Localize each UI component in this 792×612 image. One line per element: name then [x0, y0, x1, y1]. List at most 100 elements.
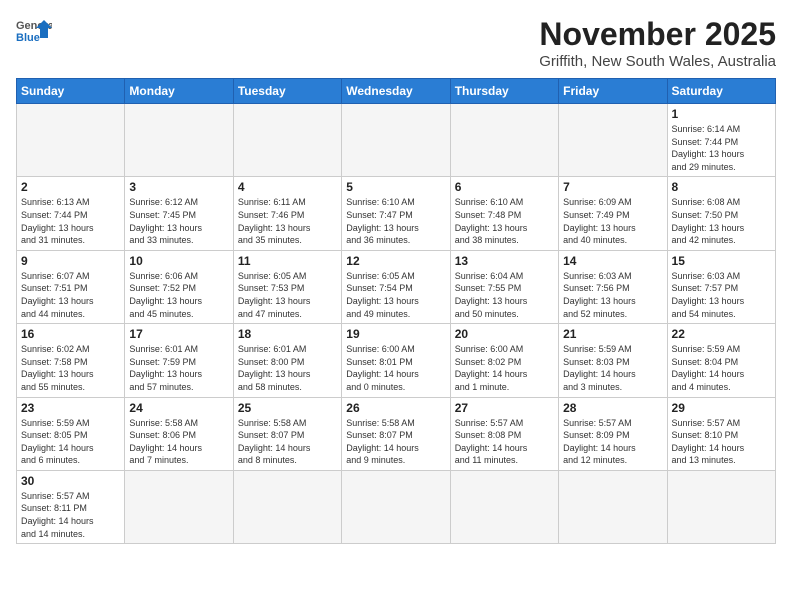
day-info-text: Sunrise: 5:59 AM Sunset: 8:03 PM Dayligh…: [563, 343, 662, 393]
calendar-day-cell: [667, 470, 775, 543]
day-number: 20: [455, 327, 554, 341]
calendar-day-cell: 18Sunrise: 6:01 AM Sunset: 8:00 PM Dayli…: [233, 324, 341, 397]
day-info-text: Sunrise: 6:07 AM Sunset: 7:51 PM Dayligh…: [21, 270, 120, 320]
calendar-day-cell: 27 Sunrise: 5:57 AM Sunset: 8:08 PM Dayli…: [450, 397, 558, 470]
calendar-day-cell: 12 Sunrise: 6:05 AM Sunset: 7:54 PM Dayli…: [342, 250, 450, 323]
day-number: 25: [238, 401, 337, 415]
month-year-title: November 2025: [539, 16, 776, 53]
calendar-day-cell: 30 Sunrise: 5:57 AM Sunset: 8:11 PM Dayli…: [17, 470, 125, 543]
calendar-day-cell: [125, 470, 233, 543]
calendar-day-cell: 9 Sunrise: 6:07 AM Sunset: 7:51 PM Daylig…: [17, 250, 125, 323]
day-number: 14: [563, 254, 662, 268]
day-info-text: Sunrise: 6:11 AM Sunset: 7:46 PM Dayligh…: [238, 196, 337, 246]
day-number: 19: [346, 327, 445, 341]
calendar-day-cell: 14 Sunrise: 6:03 AM Sunset: 7:56 PM Dayli…: [559, 250, 667, 323]
day-info-text: Sunrise: 5:57 AM Sunset: 8:09 PM Dayligh…: [563, 417, 662, 467]
calendar-day-cell: 15 Sunrise: 6:03 AM Sunset: 7:57 PM Dayli…: [667, 250, 775, 323]
day-number: 5: [346, 180, 445, 194]
day-info-text: Sunrise: 6:03 AM Sunset: 7:57 PM Dayligh…: [672, 270, 771, 320]
day-info-text: Sunrise: 5:59 AM Sunset: 8:04 PM Dayligh…: [672, 343, 771, 393]
day-number: 9: [21, 254, 120, 268]
day-info-text: Sunrise: 6:00 AM Sunset: 8:01 PM Dayligh…: [346, 343, 445, 393]
location-subtitle: Griffith, New South Wales, Australia: [539, 53, 776, 70]
calendar-week-row: 2 Sunrise: 6:13 AM Sunset: 7:44 PM Daylig…: [17, 177, 776, 250]
calendar-day-cell: [125, 104, 233, 177]
day-info-text: Sunrise: 5:58 AM Sunset: 8:07 PM Dayligh…: [238, 417, 337, 467]
logo: General Blue: [16, 16, 52, 46]
calendar-day-cell: [233, 104, 341, 177]
day-number: 4: [238, 180, 337, 194]
calendar-day-cell: [450, 104, 558, 177]
day-info-text: Sunrise: 5:57 AM Sunset: 8:11 PM Dayligh…: [21, 490, 120, 540]
day-info-text: Sunrise: 6:02 AM Sunset: 7:58 PM Dayligh…: [21, 343, 120, 393]
calendar-week-row: 1Sunrise: 6:14 AM Sunset: 7:44 PM Daylig…: [17, 104, 776, 177]
calendar-day-cell: [559, 104, 667, 177]
calendar-day-cell: 25 Sunrise: 5:58 AM Sunset: 8:07 PM Dayli…: [233, 397, 341, 470]
day-number: 8: [672, 180, 771, 194]
day-info-text: Sunrise: 6:10 AM Sunset: 7:48 PM Dayligh…: [455, 196, 554, 246]
calendar-day-cell: [233, 470, 341, 543]
day-number: 11: [238, 254, 337, 268]
calendar-day-cell: 8 Sunrise: 6:08 AM Sunset: 7:50 PM Daylig…: [667, 177, 775, 250]
day-number: 12: [346, 254, 445, 268]
day-info-text: Sunrise: 5:57 AM Sunset: 8:08 PM Dayligh…: [455, 417, 554, 467]
day-number: 13: [455, 254, 554, 268]
calendar-day-cell: 2 Sunrise: 6:13 AM Sunset: 7:44 PM Daylig…: [17, 177, 125, 250]
calendar-day-cell: 19 Sunrise: 6:00 AM Sunset: 8:01 PM Dayli…: [342, 324, 450, 397]
calendar-week-row: 23 Sunrise: 5:59 AM Sunset: 8:05 PM Dayli…: [17, 397, 776, 470]
calendar-day-cell: [450, 470, 558, 543]
day-info-text: Sunrise: 6:03 AM Sunset: 7:56 PM Dayligh…: [563, 270, 662, 320]
day-info-text: Sunrise: 6:05 AM Sunset: 7:54 PM Dayligh…: [346, 270, 445, 320]
calendar-day-cell: 26Sunrise: 5:58 AM Sunset: 8:07 PM Dayli…: [342, 397, 450, 470]
day-number: 21: [563, 327, 662, 341]
day-number: 30: [21, 474, 120, 488]
day-info-text: Sunrise: 6:00 AM Sunset: 8:02 PM Dayligh…: [455, 343, 554, 393]
day-info-text: Sunrise: 6:13 AM Sunset: 7:44 PM Dayligh…: [21, 196, 120, 246]
calendar-week-row: 30 Sunrise: 5:57 AM Sunset: 8:11 PM Dayli…: [17, 470, 776, 543]
calendar-day-cell: [17, 104, 125, 177]
calendar-day-cell: 17Sunrise: 6:01 AM Sunset: 7:59 PM Dayli…: [125, 324, 233, 397]
day-info-text: Sunrise: 6:12 AM Sunset: 7:45 PM Dayligh…: [129, 196, 228, 246]
calendar-day-cell: 29 Sunrise: 5:57 AM Sunset: 8:10 PM Dayli…: [667, 397, 775, 470]
weekday-header-sunday: Sunday: [17, 79, 125, 104]
day-info-text: Sunrise: 5:58 AM Sunset: 8:07 PM Dayligh…: [346, 417, 445, 467]
day-info-text: Sunrise: 6:08 AM Sunset: 7:50 PM Dayligh…: [672, 196, 771, 246]
calendar-day-cell: 20 Sunrise: 6:00 AM Sunset: 8:02 PM Dayli…: [450, 324, 558, 397]
logo-icon: General Blue: [16, 16, 52, 46]
day-number: 27: [455, 401, 554, 415]
calendar-day-cell: [342, 470, 450, 543]
calendar-day-cell: 21 Sunrise: 5:59 AM Sunset: 8:03 PM Dayli…: [559, 324, 667, 397]
calendar-day-cell: 3Sunrise: 6:12 AM Sunset: 7:45 PM Daylig…: [125, 177, 233, 250]
day-info-text: Sunrise: 6:09 AM Sunset: 7:49 PM Dayligh…: [563, 196, 662, 246]
day-number: 18: [238, 327, 337, 341]
weekday-header-saturday: Saturday: [667, 79, 775, 104]
header: General Blue November 2025 Griffith, New…: [16, 16, 776, 70]
day-info-text: Sunrise: 5:59 AM Sunset: 8:05 PM Dayligh…: [21, 417, 120, 467]
calendar-day-cell: 24 Sunrise: 5:58 AM Sunset: 8:06 PM Dayli…: [125, 397, 233, 470]
calendar-day-cell: 1Sunrise: 6:14 AM Sunset: 7:44 PM Daylig…: [667, 104, 775, 177]
day-info-text: Sunrise: 6:06 AM Sunset: 7:52 PM Dayligh…: [129, 270, 228, 320]
day-number: 16: [21, 327, 120, 341]
calendar-day-cell: 10Sunrise: 6:06 AM Sunset: 7:52 PM Dayli…: [125, 250, 233, 323]
day-number: 1: [672, 107, 771, 121]
weekday-header-monday: Monday: [125, 79, 233, 104]
day-number: 15: [672, 254, 771, 268]
svg-text:Blue: Blue: [16, 32, 40, 44]
calendar-day-cell: 4 Sunrise: 6:11 AM Sunset: 7:46 PM Daylig…: [233, 177, 341, 250]
weekday-header-tuesday: Tuesday: [233, 79, 341, 104]
day-info-text: Sunrise: 5:57 AM Sunset: 8:10 PM Dayligh…: [672, 417, 771, 467]
day-info-text: Sunrise: 5:58 AM Sunset: 8:06 PM Dayligh…: [129, 417, 228, 467]
calendar-day-cell: 22Sunrise: 5:59 AM Sunset: 8:04 PM Dayli…: [667, 324, 775, 397]
day-number: 24: [129, 401, 228, 415]
calendar-day-cell: 7Sunrise: 6:09 AM Sunset: 7:49 PM Daylig…: [559, 177, 667, 250]
weekday-header-thursday: Thursday: [450, 79, 558, 104]
calendar-day-cell: 5Sunrise: 6:10 AM Sunset: 7:47 PM Daylig…: [342, 177, 450, 250]
calendar-day-cell: 28Sunrise: 5:57 AM Sunset: 8:09 PM Dayli…: [559, 397, 667, 470]
calendar-day-cell: 23 Sunrise: 5:59 AM Sunset: 8:05 PM Dayli…: [17, 397, 125, 470]
day-number: 17: [129, 327, 228, 341]
weekday-header-row: SundayMondayTuesdayWednesdayThursdayFrid…: [17, 79, 776, 104]
day-number: 29: [672, 401, 771, 415]
day-number: 2: [21, 180, 120, 194]
calendar-day-cell: [559, 470, 667, 543]
day-number: 23: [21, 401, 120, 415]
